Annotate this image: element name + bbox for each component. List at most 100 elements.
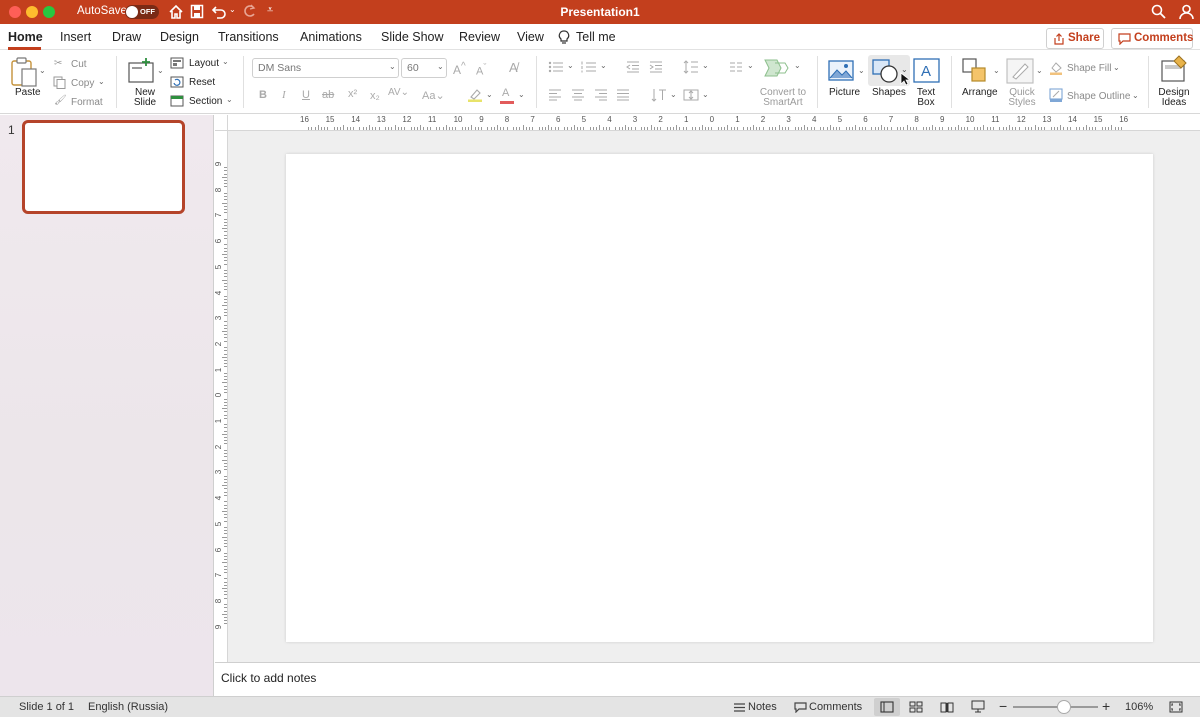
slide-canvas[interactable]: [286, 154, 1153, 642]
notes-placeholder[interactable]: Click to add notes: [221, 671, 316, 685]
highlight-dropdown-icon[interactable]: ⌄: [486, 90, 493, 99]
quick-styles-dropdown-icon[interactable]: ⌄: [1036, 66, 1043, 75]
shape-fill-dropdown-icon[interactable]: ⌄: [1113, 63, 1120, 72]
cut-button[interactable]: Cut: [71, 59, 87, 70]
comments-toggle-button[interactable]: Comments: [809, 701, 862, 713]
shape-outline-dropdown-icon[interactable]: ⌄: [1132, 91, 1139, 100]
tab-home[interactable]: Home: [8, 30, 43, 44]
zoom-in-button[interactable]: +: [1102, 698, 1110, 714]
bullets-dropdown-icon[interactable]: ⌄: [567, 61, 574, 70]
columns-icon[interactable]: [729, 62, 743, 72]
section-icon[interactable]: [170, 95, 184, 107]
search-icon[interactable]: [1151, 4, 1166, 19]
picture-dropdown-icon[interactable]: ⌄: [858, 66, 865, 75]
superscript-icon[interactable]: x²: [348, 88, 357, 100]
slide-sorter-icon[interactable]: [909, 701, 923, 713]
fit-to-window-icon[interactable]: [1169, 701, 1183, 713]
new-slide-dropdown-icon[interactable]: ⌄: [157, 66, 164, 75]
numbering-dropdown-icon[interactable]: ⌄: [600, 61, 607, 70]
copy-button[interactable]: Copy: [71, 78, 94, 89]
clear-formatting-icon[interactable]: A̸: [509, 60, 518, 75]
reset-button[interactable]: Reset: [189, 77, 215, 88]
section-button[interactable]: Section: [189, 96, 222, 107]
tab-view[interactable]: View: [517, 30, 544, 44]
layout-dropdown-icon[interactable]: ⌄: [222, 57, 229, 66]
language-indicator[interactable]: English (Russia): [88, 701, 168, 713]
reading-view-icon[interactable]: [940, 701, 954, 713]
account-icon[interactable]: [1179, 4, 1194, 19]
strikethrough-icon[interactable]: ab: [322, 89, 334, 101]
smartart-icon[interactable]: [763, 58, 791, 78]
align-text-dropdown-icon[interactable]: ⌄: [702, 90, 709, 99]
text-box-label-2[interactable]: Box: [912, 98, 940, 108]
align-right-icon[interactable]: [594, 89, 608, 101]
text-box-icon[interactable]: A: [913, 58, 940, 83]
picture-icon[interactable]: [828, 60, 854, 82]
text-direction-icon[interactable]: [651, 88, 667, 102]
slideshow-view-icon[interactable]: [971, 700, 985, 713]
increase-indent-icon[interactable]: [649, 61, 663, 73]
italic-icon[interactable]: I: [282, 89, 286, 101]
reset-icon[interactable]: [170, 76, 184, 88]
slide-thumbnail[interactable]: [22, 120, 185, 214]
convert-smartart-label-2[interactable]: SmartArt: [757, 98, 809, 108]
change-case-icon[interactable]: Aa⌄: [422, 89, 445, 102]
shapes-label[interactable]: Shapes: [872, 88, 906, 98]
align-left-icon[interactable]: [548, 89, 562, 101]
tab-slide-show[interactable]: Slide Show: [381, 30, 444, 44]
layout-icon[interactable]: [170, 57, 184, 69]
zoom-out-button[interactable]: −: [999, 698, 1007, 714]
horizontal-ruler[interactable]: 16 15 14 13 12 11 10 9 8 7 6 5 4 3 2 1 0 1 2 3 4 5 6 7 8 9 10 11 12 1…: [228, 115, 1200, 131]
comments-icon[interactable]: [794, 702, 807, 713]
picture-label[interactable]: Picture: [829, 88, 860, 98]
section-dropdown-icon[interactable]: ⌄: [226, 95, 233, 104]
align-text-icon[interactable]: [683, 88, 699, 102]
tab-insert[interactable]: Insert: [60, 30, 91, 44]
zoom-percentage[interactable]: 106%: [1125, 701, 1153, 713]
tab-transitions[interactable]: Transitions: [218, 30, 279, 44]
font-size-select[interactable]: 60 ⌄: [401, 58, 447, 78]
tab-review[interactable]: Review: [459, 30, 500, 44]
line-spacing-icon[interactable]: [683, 60, 699, 74]
subscript-icon[interactable]: x₂: [370, 90, 380, 102]
layout-button[interactable]: Layout: [189, 58, 219, 69]
tab-animations[interactable]: Animations: [300, 30, 362, 44]
quick-styles-icon[interactable]: [1006, 58, 1034, 84]
zoom-slider-track[interactable]: [1013, 706, 1098, 708]
line-spacing-dropdown-icon[interactable]: ⌄: [702, 61, 709, 70]
share-button[interactable]: Share: [1046, 28, 1104, 49]
columns-dropdown-icon[interactable]: ⌄: [747, 61, 754, 70]
paste-dropdown-icon[interactable]: ⌄: [39, 66, 46, 75]
underline-icon[interactable]: U: [302, 89, 310, 101]
text-direction-dropdown-icon[interactable]: ⌄: [670, 90, 677, 99]
tab-design[interactable]: Design: [160, 30, 199, 44]
copy-icon[interactable]: [53, 76, 66, 89]
format-painter-button[interactable]: Format: [71, 97, 103, 108]
font-color-icon[interactable]: A: [502, 87, 509, 99]
cut-icon[interactable]: ✂: [54, 58, 62, 69]
arrange-icon[interactable]: [962, 58, 990, 84]
shape-fill-icon[interactable]: [1049, 61, 1063, 75]
notes-pane[interactable]: Click to add notes: [215, 662, 1200, 696]
font-name-select[interactable]: DM Sans ⌄: [252, 58, 399, 78]
align-center-icon[interactable]: [571, 89, 585, 101]
zoom-slider-thumb[interactable]: [1057, 700, 1071, 714]
copy-dropdown-icon[interactable]: ⌄: [98, 77, 105, 86]
shape-outline-icon[interactable]: [1049, 88, 1063, 102]
highlight-icon[interactable]: [467, 88, 483, 102]
normal-view-button[interactable]: [874, 698, 900, 716]
arrange-dropdown-icon[interactable]: ⌄: [993, 66, 1000, 75]
smartart-dropdown-icon[interactable]: ⌄: [794, 61, 801, 70]
decrease-indent-icon[interactable]: [626, 61, 640, 73]
decrease-font-size-icon[interactable]: Aˇ: [476, 62, 486, 78]
vertical-ruler[interactable]: 9 8 7 6 5 4 3 2 1 0 1 2 3 4 5 6 7 8 9: [214, 131, 228, 662]
bold-icon[interactable]: B: [259, 89, 267, 101]
tab-draw[interactable]: Draw: [112, 30, 141, 44]
design-ideas-icon[interactable]: [1159, 55, 1189, 85]
shape-fill-button[interactable]: Shape Fill: [1067, 63, 1111, 74]
bullets-icon[interactable]: [548, 61, 564, 73]
design-ideas-label-2[interactable]: Ideas: [1158, 98, 1190, 108]
character-spacing-icon[interactable]: AV⌄: [388, 87, 409, 98]
new-slide-icon[interactable]: [126, 57, 156, 85]
comments-button[interactable]: Comments: [1111, 28, 1193, 49]
